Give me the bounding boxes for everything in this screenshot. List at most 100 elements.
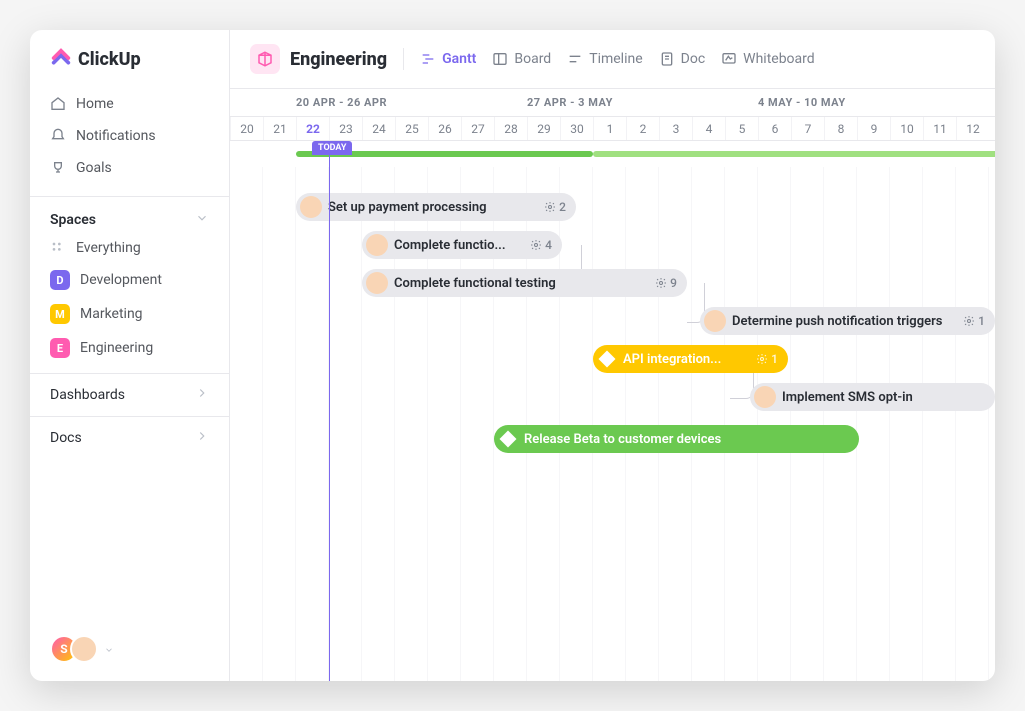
space-icon <box>250 44 280 74</box>
task-bar[interactable]: Release Beta to customer devices <box>494 425 859 453</box>
task-name: Implement SMS opt-in <box>782 390 985 405</box>
sidebar-item-marketing[interactable]: M Marketing <box>30 297 229 331</box>
user-avatars[interactable]: S <box>30 617 229 681</box>
progress-segment <box>593 151 995 157</box>
sidebar-item-label: Development <box>80 272 162 288</box>
task-bar[interactable]: Implement SMS opt-in <box>750 383 995 411</box>
view-tab-label: Doc <box>681 51 706 67</box>
clickup-logo-icon <box>50 48 72 70</box>
day-cell: 1 <box>593 117 626 140</box>
sidebar-section-docs[interactable]: Docs <box>30 416 229 459</box>
day-cell: 27 <box>461 117 494 140</box>
day-cell: 3 <box>659 117 692 140</box>
day-header-row: 2021222324252627282930123456789101112 <box>230 117 995 141</box>
doc-icon <box>659 51 675 67</box>
day-cell: 30 <box>560 117 593 140</box>
today-badge: TODAY <box>312 141 352 155</box>
main-panel: Engineering Gantt Board Timeline Doc W <box>230 30 995 681</box>
week-header-row: 20 APR - 26 APR 27 APR - 3 MAY 4 MAY - 1… <box>230 89 995 117</box>
day-cell: 10 <box>890 117 923 140</box>
view-tab-gantt[interactable]: Gantt <box>420 51 476 67</box>
task-name: API integration... <box>623 352 750 367</box>
gantt-icon <box>420 51 436 67</box>
subtask-count: 2 <box>544 200 566 214</box>
chevron-right-icon <box>195 386 209 404</box>
task-name: Determine push notification triggers <box>732 314 957 329</box>
sidebar-section-dashboards[interactable]: Dashboards <box>30 373 229 416</box>
chevron-right-icon <box>195 429 209 447</box>
task-bar[interactable]: API integration... 1 <box>593 345 788 373</box>
day-cell: 12 <box>956 117 989 140</box>
board-icon <box>492 51 508 67</box>
day-cell: 25 <box>395 117 428 140</box>
day-cell: 20 <box>230 117 263 140</box>
chevron-down-icon <box>195 211 209 229</box>
page-title-block: Engineering <box>250 44 387 74</box>
separator <box>403 48 404 70</box>
spaces-header[interactable]: Spaces <box>30 196 229 233</box>
brand-name: ClickUp <box>78 49 141 70</box>
week-label: 20 APR - 26 APR <box>296 96 387 109</box>
day-cell: 26 <box>428 117 461 140</box>
view-tab-board[interactable]: Board <box>492 51 551 67</box>
whiteboard-icon <box>721 51 737 67</box>
nav-label: Home <box>76 96 114 112</box>
view-tab-label: Whiteboard <box>743 51 815 67</box>
nav-home[interactable]: Home <box>30 88 229 120</box>
day-cell: 7 <box>791 117 824 140</box>
today-line <box>329 141 330 681</box>
task-name: Complete functio... <box>394 238 524 253</box>
sidebar-item-development[interactable]: D Development <box>30 263 229 297</box>
assignee-avatar <box>366 234 388 256</box>
brand-logo[interactable]: ClickUp <box>30 30 229 84</box>
home-icon <box>50 96 66 112</box>
sidebar-item-everything[interactable]: Everything <box>30 233 229 263</box>
task-bar[interactable]: Set up payment processing2 <box>296 193 576 221</box>
day-cell: 22 <box>296 117 329 140</box>
task-bar[interactable]: Complete functional testing9 <box>362 269 687 297</box>
bell-icon <box>50 128 66 144</box>
milestone-icon <box>599 351 616 368</box>
space-badge: M <box>50 304 70 324</box>
task-name: Release Beta to customer devices <box>524 432 849 447</box>
gantt-timeline[interactable]: 20 APR - 26 APR 27 APR - 3 MAY 4 MAY - 1… <box>230 89 995 681</box>
grid-icon <box>50 240 66 256</box>
view-tab-timeline[interactable]: Timeline <box>567 51 642 67</box>
section-label: Docs <box>50 430 82 446</box>
chevron-down-icon <box>104 640 114 659</box>
task-bar[interactable]: Determine push notification triggers1 <box>700 307 995 335</box>
trophy-icon <box>50 160 66 176</box>
view-tab-whiteboard[interactable]: Whiteboard <box>721 51 815 67</box>
page-title: Engineering <box>290 49 387 70</box>
day-cell: 24 <box>362 117 395 140</box>
primary-nav: Home Notifications Goals <box>30 84 229 188</box>
subtask-count: 4 <box>530 238 552 252</box>
task-bar[interactable]: Complete functio... 4 <box>362 231 562 259</box>
nav-notifications[interactable]: Notifications <box>30 120 229 152</box>
task-name: Complete functional testing <box>394 276 649 291</box>
nav-goals[interactable]: Goals <box>30 152 229 184</box>
day-cell: 5 <box>725 117 758 140</box>
sidebar-item-label: Engineering <box>80 340 153 356</box>
view-tab-label: Gantt <box>442 51 476 67</box>
sidebar-item-engineering[interactable]: E Engineering <box>30 331 229 365</box>
nav-label: Notifications <box>76 128 156 144</box>
day-cell: 28 <box>494 117 527 140</box>
view-tab-label: Timeline <box>589 51 642 67</box>
subtask-count: 1 <box>756 352 778 366</box>
sidebar-item-label: Everything <box>76 240 141 256</box>
day-cell: 21 <box>263 117 296 140</box>
topbar: Engineering Gantt Board Timeline Doc W <box>230 30 995 89</box>
timeline-icon <box>567 51 583 67</box>
nav-label: Goals <box>76 160 112 176</box>
spaces-title: Spaces <box>50 212 96 228</box>
day-cell: 11 <box>923 117 956 140</box>
app-window: ClickUp Home Notifications Goals Spaces … <box>30 30 995 681</box>
space-badge: E <box>50 338 70 358</box>
sidebar-item-label: Marketing <box>80 306 143 322</box>
view-tab-label: Board <box>514 51 551 67</box>
assignee-avatar <box>754 386 776 408</box>
gantt-chart-area: Set up payment processing2 Complete funct… <box>230 167 995 681</box>
day-cell: 29 <box>527 117 560 140</box>
view-tab-doc[interactable]: Doc <box>659 51 706 67</box>
